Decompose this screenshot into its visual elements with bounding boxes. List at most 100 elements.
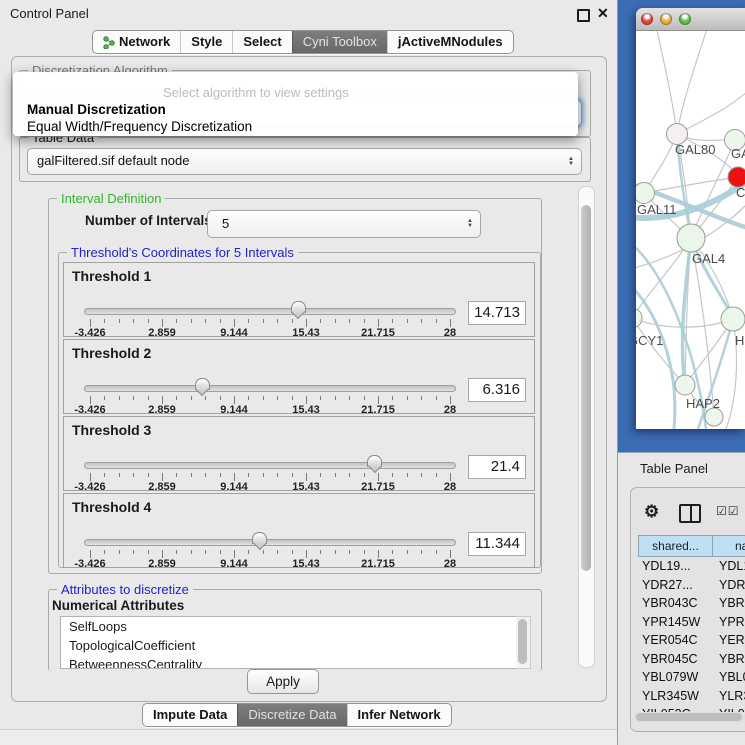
tick-label: -3.426 xyxy=(74,481,105,493)
table-row[interactable]: YBL079WYBL0 xyxy=(638,668,745,687)
network-node[interactable] xyxy=(636,183,655,204)
window-close-icon[interactable] xyxy=(641,13,653,25)
slider-tick-labels: -3.4262.8599.14415.4321.71528 xyxy=(90,327,450,339)
tab-jactivemnodules[interactable]: jActiveMNodules xyxy=(387,31,513,53)
table-row[interactable]: YDL19...YDL1 xyxy=(638,557,745,576)
bottom-tab-discretize-data[interactable]: Discretize Data xyxy=(237,704,346,726)
attribute-list-item[interactable]: TopologicalCoefficient xyxy=(61,636,516,655)
tick-mark xyxy=(364,473,365,477)
table-horizontal-scrollbar[interactable] xyxy=(634,712,745,723)
tick-mark xyxy=(392,550,393,554)
tick-mark xyxy=(148,396,149,400)
threshold-value-field[interactable]: 14.713 xyxy=(468,301,526,325)
scrollbar-thumb[interactable] xyxy=(518,619,527,664)
network-node[interactable] xyxy=(728,167,745,187)
threshold-label: Threshold 1 xyxy=(72,268,151,284)
slider-thumb-icon[interactable] xyxy=(291,301,306,313)
slider-track[interactable] xyxy=(84,385,456,392)
network-graph: GAL80GACGAL11GAL4GCY1HHAP2 xyxy=(636,31,745,429)
window-minimize-icon[interactable] xyxy=(660,13,672,25)
threshold-slider[interactable]: -3.4262.8599.14415.4321.71528 xyxy=(90,299,450,335)
slider-thumb-icon[interactable] xyxy=(195,378,210,390)
network-node[interactable] xyxy=(636,308,642,328)
attribute-list-item[interactable]: BetweennessCentrality xyxy=(61,655,516,669)
threshold-slider[interactable]: -3.4262.8599.14415.4321.71528 xyxy=(90,376,450,412)
tab-style[interactable]: Style xyxy=(180,31,232,53)
table-row[interactable]: YLR345WYLR3 xyxy=(638,687,745,706)
column-header-shared-name[interactable]: shared... xyxy=(638,535,712,557)
network-node[interactable] xyxy=(677,224,705,252)
scrollbar-thumb[interactable] xyxy=(636,713,742,721)
tick-mark xyxy=(392,473,393,477)
tick-label: 15.43 xyxy=(292,481,320,493)
close-icon[interactable]: ✕ xyxy=(597,5,609,22)
float-window-icon[interactable] xyxy=(577,9,590,22)
slider-track[interactable] xyxy=(84,308,456,315)
network-node-label: C xyxy=(736,185,745,200)
tab-select[interactable]: Select xyxy=(232,31,291,53)
window-zoom-icon[interactable] xyxy=(679,13,691,25)
table-cell: YDR27... xyxy=(638,576,712,595)
tick-mark xyxy=(220,319,221,323)
tick-label: 2.859 xyxy=(148,481,176,493)
slider-thumb-icon[interactable] xyxy=(367,455,382,467)
control-panel-footer xyxy=(0,729,617,745)
table-data-combobox[interactable]: galFiltered.sif default node ▲▼ xyxy=(27,148,582,175)
slider-thumb-icon[interactable] xyxy=(252,532,267,544)
slider-track[interactable] xyxy=(84,539,456,546)
threshold-panel: Threshold 3 -3.4262.8599.14415.4321.71528… xyxy=(63,416,535,491)
threshold-panels: Threshold 1 -3.4262.8599.14415.4321.71528… xyxy=(63,262,535,570)
number-of-intervals-combobox[interactable]: 5 ▲▼ xyxy=(207,210,481,238)
tick-mark xyxy=(335,473,336,477)
tab-label: Network xyxy=(119,31,170,53)
numerical-attributes-list[interactable]: SelfLoopsTopologicalCoefficientBetweenne… xyxy=(60,616,517,669)
scrollbar-thumb[interactable] xyxy=(581,205,591,571)
algorithm-option-equal-width[interactable]: Equal Width/Frequency Discretization xyxy=(27,119,252,134)
column-checkboxes-icon[interactable]: ☑☑ xyxy=(716,504,740,518)
tick-mark xyxy=(277,319,278,323)
tick-label: 21.715 xyxy=(361,327,395,339)
tick-mark xyxy=(436,550,437,554)
threshold-value-field[interactable]: 6.316 xyxy=(468,378,526,402)
control-panel-titlebar: Control Panel ✕ xyxy=(0,0,617,26)
table-row[interactable]: YBR043CYBR0 xyxy=(638,594,745,613)
tick-mark xyxy=(119,550,120,554)
panel-scrollbar[interactable] xyxy=(578,186,595,668)
threshold-value-field[interactable]: 11.344 xyxy=(468,532,526,556)
network-node[interactable] xyxy=(675,375,695,395)
algorithm-dropdown-popup: Select algorithm to view settings Manual… xyxy=(13,72,578,136)
tab-cyni-toolbox[interactable]: Cyni Toolbox xyxy=(292,31,387,53)
number-of-intervals-label: Number of Intervals xyxy=(85,213,212,228)
table-row[interactable]: YIL052CYIL0 xyxy=(638,705,745,712)
network-node[interactable] xyxy=(721,307,745,331)
table-row[interactable]: YDR27...YDR2 xyxy=(638,576,745,595)
table-row[interactable]: YBR045CYBR0 xyxy=(638,650,745,669)
attribute-list-item[interactable]: SelfLoops xyxy=(61,617,516,636)
split-columns-icon[interactable] xyxy=(679,504,701,523)
attributes-list-scrollbar[interactable] xyxy=(516,616,531,669)
gear-icon[interactable]: ⚙ xyxy=(644,503,659,521)
threshold-label: Threshold 3 xyxy=(72,422,151,438)
column-header-name[interactable]: name xyxy=(712,535,745,557)
threshold-value-field[interactable]: 21.4 xyxy=(468,455,526,479)
threshold-slider[interactable]: -3.4262.8599.14415.4321.71528 xyxy=(90,453,450,489)
table-row[interactable]: YER054CYER0 xyxy=(638,631,745,650)
threshold-slider[interactable]: -3.4262.8599.14415.4321.71528 xyxy=(90,530,450,566)
network-canvas[interactable]: GAL80GACGAL11GAL4GCY1HHAP2 xyxy=(636,31,745,429)
tick-mark xyxy=(248,396,249,400)
apply-button[interactable]: Apply xyxy=(247,669,319,694)
tick-mark xyxy=(320,473,321,477)
tick-mark xyxy=(306,396,307,404)
bottom-tab-impute-data[interactable]: Impute Data xyxy=(143,704,237,726)
network-window-titlebar[interactable] xyxy=(636,8,745,31)
table-row[interactable]: YPR145WYPR1 xyxy=(638,613,745,632)
slider-tick-labels: -3.4262.8599.14415.4321.71528 xyxy=(90,404,450,416)
algorithm-option-manual[interactable]: Manual Discretization xyxy=(27,102,166,117)
tick-mark xyxy=(191,319,192,323)
tab-network[interactable]: Network xyxy=(93,31,180,53)
table-data-selected-value: galFiltered.sif default node xyxy=(37,149,189,173)
bottom-tab-infer-network[interactable]: Infer Network xyxy=(347,704,451,726)
network-view-window[interactable]: GAL80GACGAL11GAL4GCY1HHAP2 xyxy=(636,8,745,429)
slider-track[interactable] xyxy=(84,462,456,469)
network-node-label: GAL4 xyxy=(692,251,725,266)
